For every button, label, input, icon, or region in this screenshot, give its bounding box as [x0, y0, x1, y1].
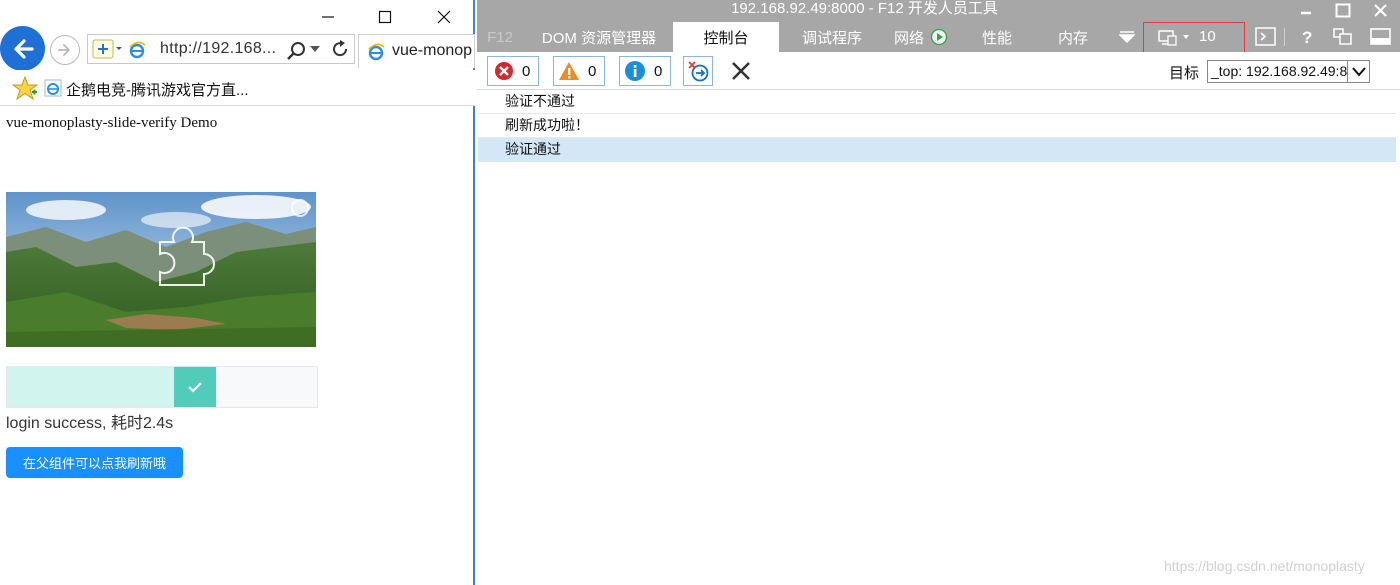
mountain-landscape-image: [6, 192, 316, 347]
svg-text:?: ?: [1302, 28, 1312, 47]
dt-close-icon[interactable]: [1373, 3, 1388, 18]
errors-count: 0: [522, 62, 531, 80]
ie-favorite-icon: [44, 79, 62, 97]
console-prompt-icon[interactable]: [1255, 27, 1277, 47]
chevron-down-icon: [1351, 66, 1366, 77]
console-log-row[interactable]: 刷新成功啦！: [478, 114, 1396, 138]
target-select[interactable]: _top: 192.168.92.49:8000: [1207, 60, 1370, 83]
arrow-right-icon: [58, 44, 70, 56]
toolbar-divider: [1284, 28, 1285, 46]
clear-console-icon[interactable]: [730, 60, 752, 82]
watermark: https://blog.csdn.net/monoplasty: [1164, 558, 1365, 574]
emulation-mode-value: 10: [1199, 28, 1216, 45]
warnings-count: 0: [588, 62, 597, 80]
favorites-bar: 企鹅电竞-腾讯游戏官方直...: [0, 70, 475, 106]
devtools-window: 192.168.92.49:8000 - F12 开发人员工具 F12 DOM …: [477, 0, 1400, 585]
dropdown-icon[interactable]: [310, 46, 320, 54]
clear-on-navigate-toggle[interactable]: [683, 56, 713, 86]
captcha-image: [6, 192, 316, 347]
close-icon: [437, 10, 451, 24]
slider-progress-fill: [7, 367, 174, 407]
console-log-row[interactable]: 验证不通过: [478, 90, 1396, 114]
forward-button[interactable]: [50, 35, 80, 65]
tab-console[interactable]: 控制台: [673, 22, 779, 52]
console-log-row-selected[interactable]: 验证通过: [478, 138, 1396, 162]
info-count: 0: [654, 62, 663, 80]
tab-f12[interactable]: F12: [480, 22, 520, 52]
favorite-link[interactable]: 企鹅电竞-腾讯游戏官方直...: [66, 79, 249, 100]
info-counter[interactable]: 0: [619, 56, 671, 86]
undock-icon[interactable]: [1333, 28, 1353, 46]
devtools-tabbar: F12 DOM 资源管理器 控制台 调试程序 网络 性能 内存 10 ?: [477, 22, 1400, 60]
devtools-title: 192.168.92.49:8000 - F12 开发人员工具: [731, 0, 998, 17]
browser-tab[interactable]: vue-monop: [358, 34, 475, 68]
favorites-star-icon[interactable]: [12, 76, 38, 100]
security-shield-icon: [92, 39, 122, 59]
captcha-refresh-icon[interactable]: [286, 196, 310, 220]
tab-performance[interactable]: 性能: [975, 22, 1019, 52]
maximize-button[interactable]: [372, 6, 398, 28]
console-toolbar: 0 0 0 目标 _top: 192.168.92.49:8000: [477, 52, 1400, 90]
devtools-titlebar: 192.168.92.49:8000 - F12 开发人员工具: [477, 0, 1400, 22]
warning-icon: [559, 62, 579, 80]
browser-window: http://192.168... vue-monop 企鹅电竞-腾讯游戏官方直…: [0, 0, 475, 585]
back-button[interactable]: [0, 26, 45, 71]
tab-title: vue-monop: [392, 42, 473, 59]
verify-result-text: login success, 耗时2.4s: [6, 415, 174, 432]
tab-memory[interactable]: 内存: [1051, 22, 1095, 52]
slide-verify-bar: [6, 366, 318, 408]
help-icon[interactable]: ?: [1300, 28, 1314, 48]
page-title: vue-monoplasty-slide-verify Demo: [6, 115, 218, 131]
error-icon: [495, 62, 513, 80]
url-text: http://192.168...: [160, 40, 277, 57]
network-play-icon[interactable]: [930, 28, 948, 46]
address-bar[interactable]: http://192.168...: [87, 34, 355, 64]
checkmark-icon: [188, 382, 202, 393]
slider-handle[interactable]: [174, 367, 216, 407]
close-button[interactable]: [431, 6, 457, 28]
target-select-arrow[interactable]: [1347, 61, 1369, 82]
tab-dom-explorer[interactable]: DOM 资源管理器: [535, 22, 663, 52]
console-output: 验证不通过 刷新成功啦！ 验证通过: [477, 90, 1400, 170]
info-icon: [625, 61, 645, 81]
search-icon[interactable]: [286, 41, 306, 61]
tab-network[interactable]: 网络: [889, 22, 929, 52]
dt-maximize-icon[interactable]: [1335, 3, 1351, 18]
minimize-icon: [322, 16, 334, 18]
ie-tab-icon: [368, 43, 385, 61]
refresh-icon[interactable]: [330, 39, 350, 59]
arrow-left-icon: [13, 38, 34, 59]
ie-page-icon: [129, 41, 146, 59]
maximize-icon: [378, 10, 392, 24]
target-label: 目标: [1169, 65, 1200, 82]
monitor-icon: [1158, 30, 1189, 46]
errors-counter[interactable]: 0: [487, 56, 539, 86]
minimize-button[interactable]: [315, 6, 341, 28]
warnings-counter[interactable]: 0: [553, 56, 605, 86]
more-tabs-dropdown-icon[interactable]: [1119, 31, 1135, 43]
clear-on-navigate-icon: [688, 61, 709, 82]
refresh-captcha-button[interactable]: 在父组件可以点我刷新哦: [6, 447, 183, 478]
dock-bottom-icon[interactable]: [1370, 28, 1392, 46]
dt-minimize-icon[interactable]: [1299, 4, 1313, 18]
tab-debugger[interactable]: 调试程序: [793, 22, 871, 52]
